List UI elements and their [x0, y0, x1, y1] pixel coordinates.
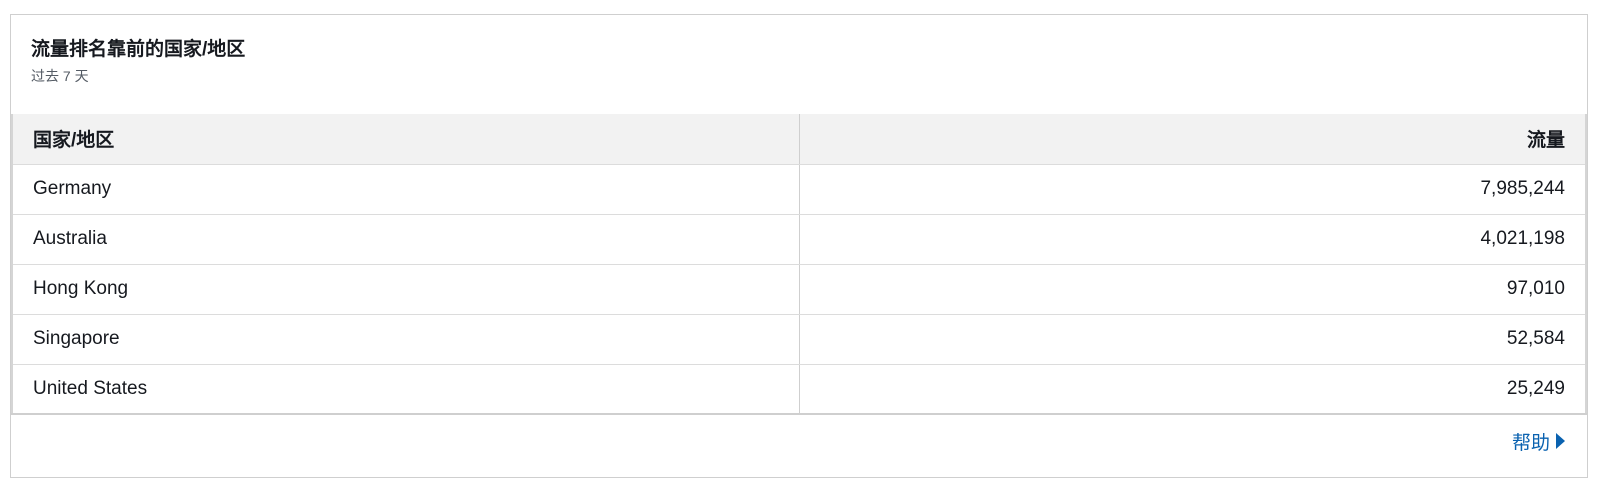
table-row: Hong Kong 97,010: [11, 264, 1587, 315]
cell-country: Australia: [11, 214, 800, 265]
table-row: Germany 7,985,244: [11, 164, 1587, 215]
table-header-row: 国家/地区 流量: [11, 114, 1587, 165]
cell-traffic: 97,010: [799, 264, 1587, 315]
top-countries-panel: 流量排名靠前的国家/地区 过去 7 天 国家/地区 流量 Germany 7,9…: [10, 14, 1588, 478]
column-header-traffic: 流量: [799, 114, 1587, 165]
cell-country: Singapore: [11, 314, 800, 365]
panel-subtitle: 过去 7 天: [31, 68, 89, 84]
traffic-table: 国家/地区 流量 Germany 7,985,244 Australia 4,0…: [11, 114, 1587, 415]
cell-traffic: 52,584: [799, 314, 1587, 365]
cell-country: Germany: [11, 164, 800, 215]
cell-traffic: 7,985,244: [799, 164, 1587, 215]
column-header-country: 国家/地区: [11, 114, 800, 165]
cell-traffic: 4,021,198: [799, 214, 1587, 265]
cell-country: Hong Kong: [11, 264, 800, 315]
help-link[interactable]: 帮助: [1512, 428, 1565, 455]
help-link-label: 帮助: [1511, 432, 1550, 454]
cell-traffic: 25,249: [799, 364, 1587, 415]
panel-title: 流量排名靠前的国家/地区: [31, 39, 246, 60]
cell-country: United States: [11, 364, 800, 415]
table-row: Australia 4,021,198: [11, 214, 1587, 265]
panel-footer: 帮助: [11, 415, 1587, 467]
caret-right-icon: [1556, 433, 1565, 449]
table-row: Singapore 52,584: [11, 314, 1587, 365]
panel-header: 流量排名靠前的国家/地区 过去 7 天: [11, 15, 1587, 114]
table-row: United States 25,249: [11, 364, 1587, 415]
